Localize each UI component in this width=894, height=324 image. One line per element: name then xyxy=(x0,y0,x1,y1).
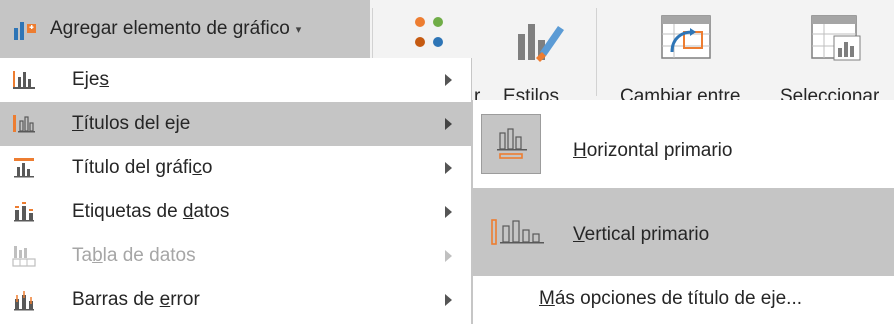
switch-row-column-icon[interactable] xyxy=(658,12,714,62)
submenu-arrow-icon xyxy=(445,162,452,174)
menu-item-axes[interactable]: Ejes xyxy=(0,58,471,102)
submenu-arrow-icon xyxy=(445,206,452,218)
primary-horizontal-axis-title-icon xyxy=(496,127,528,161)
chevron-down-icon: ▾ xyxy=(295,23,302,36)
submenu-item-label: Vertical primario xyxy=(573,224,710,245)
menu-item-chart-title[interactable]: Título del gráfico xyxy=(0,146,471,190)
chart-styles-icon[interactable] xyxy=(510,14,568,64)
select-data-icon[interactable] xyxy=(808,12,864,62)
menu-item-label: Etiquetas de datos xyxy=(72,201,230,222)
menu-item-label: Barras de error xyxy=(72,289,200,310)
more-options-label: Más opciones de título de eje... xyxy=(539,288,802,309)
data-labels-icon xyxy=(12,201,36,223)
menu-item-label: Título del gráfico xyxy=(72,157,213,178)
submenu-item-primary-horizontal[interactable]: Horizontal primario xyxy=(473,100,894,188)
primary-vertical-axis-title-icon xyxy=(491,218,547,246)
add-chart-element-label: Agregar elemento de gráfico xyxy=(50,18,290,39)
data-table-icon xyxy=(12,245,36,267)
submenu-item-more-axis-title-options[interactable]: Más opciones de título de eje... xyxy=(473,276,894,324)
submenu-arrow-icon xyxy=(445,250,452,262)
submenu-arrow-icon xyxy=(445,74,452,86)
menu-item-data-table: Tabla de datos xyxy=(0,234,471,278)
submenu-item-label: Horizontal primario xyxy=(573,140,733,161)
submenu-item-primary-vertical[interactable]: Vertical primario xyxy=(473,188,894,276)
axis-titles-icon xyxy=(12,113,36,135)
menu-item-label: Tabla de datos xyxy=(72,245,196,266)
error-bars-icon xyxy=(12,289,36,311)
menu-item-label: Ejes xyxy=(72,69,109,90)
menu-item-data-labels[interactable]: Etiquetas de datos xyxy=(0,190,471,234)
submenu-arrow-icon xyxy=(445,294,452,306)
add-chart-element-icon xyxy=(12,16,42,42)
submenu-arrow-icon xyxy=(445,118,452,130)
add-chart-element-button[interactable]: Agregar elemento de gráfico ▾ xyxy=(0,0,370,58)
axes-icon xyxy=(12,69,36,91)
icon-box xyxy=(481,114,541,174)
add-chart-element-menu: Ejes Títulos del eje Título del gráfico … xyxy=(0,58,472,324)
menu-item-error-bars[interactable]: Barras de error xyxy=(0,278,471,322)
chart-title-icon xyxy=(12,157,36,179)
ribbon-separator xyxy=(596,8,597,96)
menu-item-axis-titles[interactable]: Títulos del eje xyxy=(0,102,471,146)
menu-item-label: Títulos del eje xyxy=(72,113,191,134)
axis-titles-submenu: Horizontal primario Vertical primario Má… xyxy=(472,100,894,324)
quick-layout-icon[interactable] xyxy=(408,12,460,56)
